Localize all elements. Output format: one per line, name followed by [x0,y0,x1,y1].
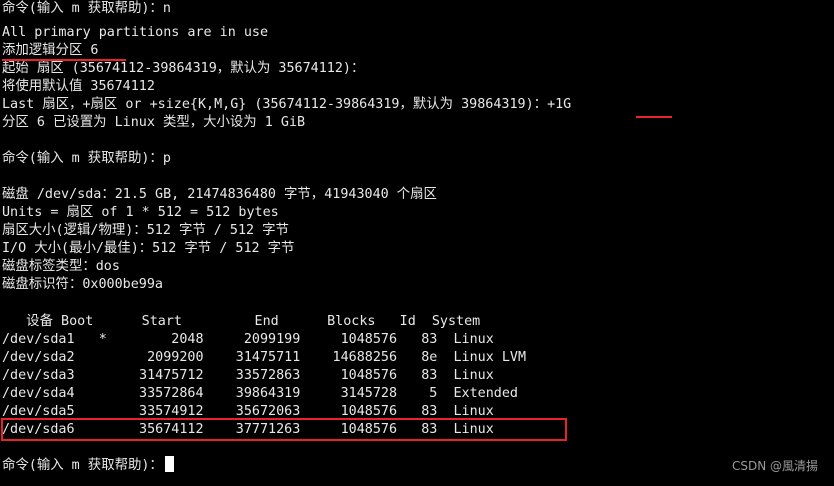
annotation-box-sda6 [1,418,567,441]
table-row: /dev/sda2 2099200 31475711 14688256 8e L… [2,350,527,365]
text-cursor [164,456,174,472]
disk-info-line: 磁盘 /dev/sda：21.5 GB, 21474836480 字节，4194… [2,187,437,202]
watermark: CSDN @風清揚 [731,459,818,473]
units-line: Units = 扇区 of 1 * 512 = 512 bytes [2,205,279,220]
io-size-line: I/O 大小(最小/最佳)：512 字节 / 512 字节 [2,241,295,256]
size-input: +1G [547,97,572,112]
annotation-underline-logical [2,59,126,61]
table-row: /dev/sda1 * 2048 2099199 1048576 83 Linu… [2,332,494,347]
partition-set-line: 分区 6 已设置为 Linux 类型，大小设为 1 GiB [2,115,306,130]
annotation-underline-size [636,116,672,118]
start-sector-line: 起始 扇区 (35674112-39864319，默认为 35674112)： [2,61,365,76]
last-sector-prompt: Last 扇区，+扇区 or +size{K,M,G} (35674112-39… [2,97,548,112]
sector-size-line: 扇区大小(逻辑/物理)：512 字节 / 512 字节 [2,223,289,238]
disk-id-line: 磁盘标识符：0x000be99a [2,277,163,292]
last-sector-line: Last 扇区，+扇区 or +size{K,M,G} (35674112-39… [2,96,571,114]
table-header: 设备 Boot Start End Blocks Id System [2,314,481,329]
label-type-line: 磁盘标签类型：dos [2,259,120,274]
logical-partition-line: 添加逻辑分区 6 [2,43,99,58]
final-prompt: 命令(输入 m 获取帮助)： [2,458,163,473]
prompt-line-n: 命令(输入 m 获取帮助)：n [2,1,171,16]
prompt-line-p: 命令(输入 m 获取帮助)：p [2,151,171,166]
final-prompt-line[interactable]: 命令(输入 m 获取帮助)： [2,456,174,474]
table-row: /dev/sda3 31475712 33572863 1048576 83 L… [2,368,494,383]
default-value-line: 将使用默认值 35674112 [2,79,155,94]
table-row: /dev/sda4 33572864 39864319 3145728 5 Ex… [2,386,518,401]
info-line: All primary partitions are in use [2,25,269,40]
